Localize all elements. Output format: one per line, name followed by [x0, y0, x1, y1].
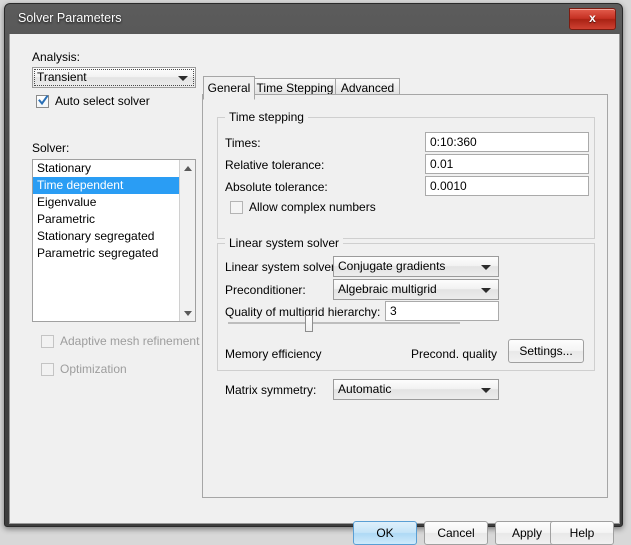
chevron-down-icon: [481, 288, 491, 293]
list-item[interactable]: Stationary segregated: [33, 228, 195, 245]
close-icon[interactable]: x: [569, 8, 616, 30]
chevron-down-icon: [481, 265, 491, 270]
scroll-up-icon[interactable]: [180, 160, 195, 176]
chevron-down-icon: [481, 388, 491, 393]
absolute-tolerance-label: Absolute tolerance:: [225, 180, 328, 194]
times-input-value: 0:10:360: [430, 135, 477, 149]
solver-listbox[interactable]: Stationary Time dependent Eigenvalue Par…: [32, 159, 196, 322]
solver-label: Solver:: [32, 141, 70, 155]
solver-list-items: Stationary Time dependent Eigenvalue Par…: [33, 160, 195, 262]
tab-general[interactable]: General: [203, 76, 255, 100]
analysis-label: Analysis:: [32, 50, 81, 64]
relative-tolerance-label: Relative tolerance:: [225, 158, 325, 172]
absolute-tolerance-input[interactable]: 0.0010: [425, 176, 589, 196]
relative-tolerance-value: 0.01: [430, 157, 454, 171]
times-label: Times:: [225, 136, 261, 150]
title-bar[interactable]: Solver Parameters x: [5, 4, 622, 34]
window-title: Solver Parameters: [18, 11, 122, 25]
allow-complex-numbers-label: Allow complex numbers: [249, 200, 376, 214]
checkbox-box: [230, 201, 243, 214]
adaptive-mesh-refinement-label: Adaptive mesh refinement: [60, 334, 200, 348]
list-item[interactable]: Parametric segregated: [33, 245, 195, 262]
memory-efficiency-label: Memory efficiency: [225, 347, 322, 361]
matrix-symmetry-value: Automatic: [338, 382, 392, 396]
relative-tolerance-input[interactable]: 0.01: [425, 154, 589, 174]
linear-system-solver-combo[interactable]: Conjugate gradients: [333, 256, 499, 277]
matrix-symmetry-label: Matrix symmetry:: [225, 383, 317, 397]
time-stepping-group-title: Time stepping: [225, 110, 308, 124]
cancel-button[interactable]: Cancel: [424, 521, 488, 545]
list-item[interactable]: Eigenvalue: [33, 194, 195, 211]
ok-button[interactable]: OK: [353, 521, 417, 545]
matrix-symmetry-combo[interactable]: Automatic: [333, 379, 499, 400]
preconditioner-label: Preconditioner:: [225, 283, 306, 297]
absolute-tolerance-value: 0.0010: [430, 179, 467, 193]
checkmark-icon: [38, 95, 49, 106]
preconditioner-value: Algebraic multigrid: [338, 282, 437, 296]
list-item[interactable]: Parametric: [33, 211, 195, 228]
analysis-combo[interactable]: Transient: [32, 67, 196, 88]
settings-button[interactable]: Settings...: [508, 339, 584, 363]
analysis-combo-value: Transient: [37, 70, 87, 84]
list-item[interactable]: Stationary: [33, 160, 195, 177]
auto-select-solver-label: Auto select solver: [55, 94, 150, 108]
chevron-down-icon: [178, 76, 188, 81]
general-tab-panel: Time stepping Times: 0:10:360 Relative t…: [202, 94, 608, 498]
linear-system-solver-value: Conjugate gradients: [338, 259, 446, 273]
precond-quality-label: Precond. quality: [411, 347, 498, 361]
linear-system-solver-label: Linear system solver:: [225, 260, 339, 274]
preconditioner-combo[interactable]: Algebraic multigrid: [333, 279, 499, 300]
solver-parameters-dialog: Solver Parameters x Analysis: Transient …: [4, 3, 623, 545]
list-item[interactable]: Time dependent: [33, 177, 195, 194]
linear-system-solver-group-title: Linear system solver: [225, 236, 344, 250]
slider-track: [228, 322, 460, 324]
multigrid-quality-slider[interactable]: [228, 313, 460, 333]
help-button[interactable]: Help: [550, 521, 614, 545]
slider-thumb[interactable]: [304, 315, 313, 332]
checkbox-box: [41, 363, 54, 376]
optimization-label: Optimization: [60, 362, 127, 376]
dialog-client-area: Analysis: Transient Auto select solver S…: [9, 34, 620, 545]
checkbox-box: [41, 335, 54, 348]
listbox-scrollbar[interactable]: [179, 160, 195, 321]
times-input[interactable]: 0:10:360: [425, 132, 589, 152]
scroll-down-icon[interactable]: [180, 305, 195, 321]
